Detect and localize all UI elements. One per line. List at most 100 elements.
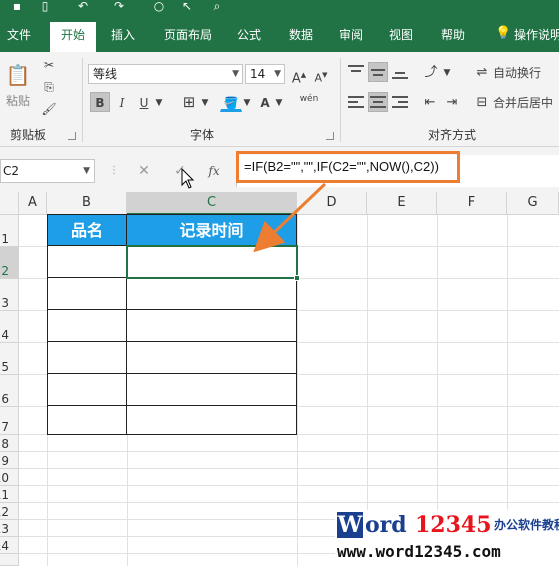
group-separator xyxy=(82,58,83,142)
cut-icon[interactable]: ✂ xyxy=(40,56,58,74)
tab-review[interactable]: 审阅 xyxy=(334,24,368,46)
tell-me-search[interactable]: 操作说明 xyxy=(514,24,559,46)
formula-text[interactable]: =IF(B2="","",IF(C2="",NOW(),C2)) xyxy=(236,151,460,183)
shrink-font-button[interactable]: A▼ xyxy=(312,64,330,85)
column-header-f[interactable]: F xyxy=(437,192,507,215)
row-header-2[interactable]: 2 xyxy=(0,247,19,279)
row-header-13[interactable]: 13 xyxy=(0,520,19,537)
phonetic-guide-button[interactable]: wén xyxy=(296,92,322,112)
tab-insert[interactable]: 插入 xyxy=(106,24,140,46)
mouse-cursor-icon xyxy=(181,168,195,189)
row-header-1[interactable]: 1 xyxy=(0,215,19,247)
paste-button-label[interactable]: 粘贴 xyxy=(2,92,34,108)
fill-color-icon[interactable]: 🪣 xyxy=(220,92,242,112)
row-header-4[interactable]: 4 xyxy=(0,311,19,343)
fill-handle[interactable] xyxy=(294,275,300,281)
table-header-record-time[interactable]: 记录时间 xyxy=(127,214,297,246)
chevron-down-icon[interactable]: ▼ xyxy=(154,92,164,112)
select-icon[interactable]: ↖ xyxy=(180,0,194,14)
row-header-5[interactable]: 5 xyxy=(0,343,19,375)
align-top-icon[interactable] xyxy=(346,62,366,82)
wrap-text-button[interactable]: 自动换行 xyxy=(492,62,556,82)
tab-file[interactable]: 文件 xyxy=(2,24,36,46)
copy-icon[interactable]: ⎘ xyxy=(40,78,58,96)
increase-indent-icon[interactable]: ⇥ xyxy=(442,92,462,112)
font-name-combo[interactable]: 等线 ▼ xyxy=(88,64,243,84)
column-header-g[interactable]: G xyxy=(507,192,559,215)
table-cell[interactable] xyxy=(47,310,127,342)
insert-function-icon[interactable]: fx xyxy=(206,161,222,181)
paste-icon[interactable]: 📋 xyxy=(4,58,32,94)
tab-view[interactable]: 视图 xyxy=(384,24,418,46)
redo-icon[interactable]: ↷ xyxy=(112,0,126,14)
bold-button[interactable]: B xyxy=(90,92,110,112)
tab-formulas[interactable]: 公式 xyxy=(232,24,266,46)
row-header-7[interactable]: 7 xyxy=(0,407,19,435)
active-cell-selection[interactable] xyxy=(126,245,298,279)
align-middle-icon[interactable] xyxy=(368,62,388,82)
table-cell[interactable] xyxy=(47,374,127,406)
chevron-down-icon[interactable]: ▼ xyxy=(274,92,284,112)
wrap-text-icon[interactable]: ⇌ xyxy=(472,62,492,82)
row-header-3[interactable]: 3 xyxy=(0,279,19,311)
new-file-icon[interactable]: ▯ xyxy=(38,0,52,14)
watermark-logo-ord: ord xyxy=(365,512,407,538)
row-header-6[interactable]: 6 xyxy=(0,375,19,407)
chevron-down-icon[interactable]: ▼ xyxy=(442,62,452,82)
underline-button[interactable]: U xyxy=(135,92,153,112)
table-cell[interactable] xyxy=(47,278,127,310)
format-painter-icon[interactable]: 🖌 xyxy=(40,100,58,118)
cancel-icon[interactable]: ✕ xyxy=(136,161,152,181)
tab-page-layout[interactable]: 页面布局 xyxy=(160,24,216,46)
font-color-button[interactable]: A xyxy=(256,92,274,112)
table-cell[interactable] xyxy=(127,406,297,435)
row-header-10[interactable]: 10 xyxy=(0,469,19,486)
table-cell[interactable] xyxy=(47,406,127,435)
align-left-icon[interactable] xyxy=(346,92,366,112)
align-right-icon[interactable] xyxy=(390,92,410,112)
grow-font-button[interactable]: A▲ xyxy=(290,64,308,87)
table-cell[interactable] xyxy=(127,342,297,374)
table-cell[interactable] xyxy=(47,342,127,374)
select-all-corner[interactable] xyxy=(0,192,19,215)
print-preview-icon[interactable]: ⌕ xyxy=(210,0,224,14)
tab-home[interactable]: 开始 xyxy=(50,22,96,52)
shape-icon[interactable]: ○ xyxy=(152,0,166,14)
undo-icon[interactable]: ↶ xyxy=(76,0,90,14)
row-header-14[interactable]: 14 xyxy=(0,537,19,554)
column-header-d[interactable]: D xyxy=(297,192,367,215)
orientation-icon[interactable]: ⤴ xyxy=(420,62,442,82)
grow-font-label: A xyxy=(291,71,301,87)
title-bar: ▪ ▯ ↶ ↷ ○ ↖ ⌕ xyxy=(0,0,559,16)
column-header-b[interactable]: B xyxy=(47,192,127,215)
row-header-8[interactable]: 8 xyxy=(0,435,19,452)
italic-button[interactable]: I xyxy=(113,92,131,112)
column-header-e[interactable]: E xyxy=(367,192,437,215)
merge-center-button[interactable]: 合并后居中 xyxy=(492,92,559,112)
align-center-icon[interactable] xyxy=(368,92,388,112)
align-bottom-icon[interactable] xyxy=(390,62,410,82)
clipboard-launcher-icon[interactable] xyxy=(68,132,76,140)
table-cell[interactable] xyxy=(47,246,127,278)
tab-data[interactable]: 数据 xyxy=(284,24,318,46)
tab-help[interactable]: 帮助 xyxy=(436,24,470,46)
column-header-c[interactable]: C xyxy=(127,192,297,215)
row-header-11[interactable]: 11 xyxy=(0,486,19,503)
merge-center-icon[interactable]: ⊟ xyxy=(472,92,492,112)
table-header-product-name[interactable]: 品名 xyxy=(47,214,127,246)
borders-icon[interactable]: ⊞ xyxy=(178,92,200,112)
table-cell[interactable] xyxy=(127,310,297,342)
table-cell[interactable] xyxy=(127,374,297,406)
chevron-down-icon[interactable]: ▼ xyxy=(242,92,252,112)
save-icon[interactable]: ▪ xyxy=(10,0,24,14)
chevron-down-icon[interactable]: ▼ xyxy=(200,92,210,112)
column-header-a[interactable]: A xyxy=(19,192,47,215)
row-header-12[interactable]: 12 xyxy=(0,503,19,520)
font-size-combo[interactable]: 14 ▼ xyxy=(245,64,285,84)
table-cell[interactable] xyxy=(127,278,297,310)
row-header-15[interactable] xyxy=(0,554,19,566)
name-box[interactable]: C2 ▼ xyxy=(0,159,95,183)
row-header-9[interactable]: 9 xyxy=(0,452,19,469)
font-launcher-icon[interactable] xyxy=(326,132,334,140)
decrease-indent-icon[interactable]: ⇤ xyxy=(420,92,440,112)
